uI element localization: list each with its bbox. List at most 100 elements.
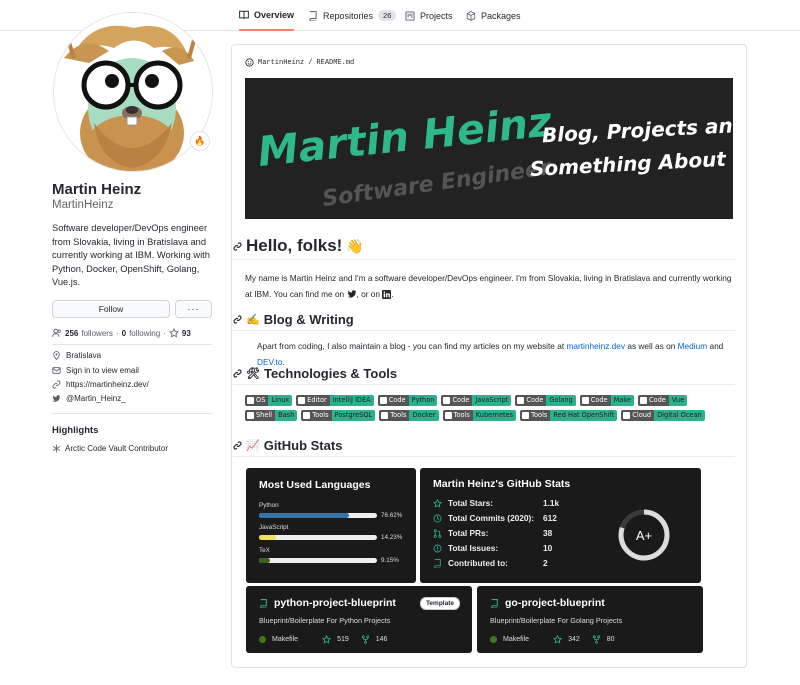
linkedin-link-icon[interactable] — [382, 289, 392, 299]
link-icon — [52, 380, 61, 389]
languages-card[interactable]: Most Used Languages Python 76.62% JavaSc… — [246, 468, 416, 583]
followers-count[interactable]: 256 — [65, 329, 78, 338]
more-options-button[interactable]: ··· — [175, 300, 212, 318]
lang-bar-fill — [259, 535, 276, 540]
highlight-text: Arctic Code Vault Contributor — [65, 444, 169, 453]
intro-end-text: . — [391, 288, 394, 299]
website-link[interactable]: https://martinheinz.dev/ — [66, 380, 149, 389]
path-separator: / — [308, 58, 313, 67]
anchor-link-icon[interactable] — [233, 369, 242, 378]
repo-meta: Makefile 519 146 — [259, 635, 387, 644]
badge-value: PostgreSQL — [331, 410, 376, 421]
stat-value: 612 — [543, 513, 557, 523]
heading-text: Technologies & Tools — [263, 366, 398, 381]
lang-name: Python — [259, 502, 279, 509]
stat-value: 1.1k — [543, 498, 560, 508]
repo-name[interactable]: python-project-blueprint — [274, 597, 396, 609]
repo-icon — [260, 598, 267, 608]
badge-value: IntelliJ IDEA — [329, 395, 374, 406]
website-link[interactable]: martinheinz.dev — [566, 341, 625, 351]
highlight-item[interactable]: Arctic Code Vault Contributor — [52, 444, 168, 453]
language-color-dot — [490, 636, 497, 643]
book-icon — [239, 10, 249, 19]
medium-link[interactable]: Medium — [678, 341, 708, 351]
anchor-link-icon[interactable] — [233, 441, 242, 450]
badge-label-text: Tools — [531, 411, 548, 419]
badge-label: Cloud — [621, 410, 655, 421]
badge-label: Tools — [379, 410, 410, 421]
intro-text-2: IBM. You can find me on — [254, 288, 345, 299]
twitter-item[interactable]: @Martin_Heinz_ — [52, 394, 126, 403]
stars-count[interactable]: 93 — [182, 329, 191, 338]
badge-value: Make — [610, 395, 634, 406]
website-item[interactable]: https://martinheinz.dev/ — [52, 380, 149, 389]
repo-card-python[interactable]: python-project-blueprint Template Bluepr… — [246, 586, 472, 653]
tech-badge: Tools PostgreSQL — [301, 410, 376, 421]
badge-label: Editor — [296, 395, 330, 406]
tab-packages[interactable]: Packages — [466, 0, 521, 31]
tab-repositories[interactable]: Repositories 26 — [308, 0, 397, 31]
badge-label-text: Code — [526, 396, 544, 404]
repo-stars: 519 — [337, 636, 349, 643]
mail-icon — [52, 367, 61, 374]
repo-name[interactable]: go-project-blueprint — [505, 597, 605, 609]
tech-badge: Cloud Digital Ocean — [621, 410, 705, 421]
tab-projects[interactable]: Projects — [405, 0, 453, 31]
status-fire-icon[interactable]: 🔥 — [190, 131, 210, 151]
repo-forks: 146 — [375, 636, 388, 643]
badge-value: Digital Ocean — [654, 410, 705, 421]
lang-bar-fill — [259, 513, 350, 518]
stat-row: Contributed to: 2 — [433, 558, 548, 568]
lang-bar-fill — [259, 558, 270, 563]
tab-overview[interactable]: Overview — [239, 0, 295, 31]
email-item[interactable]: Sign in to view email — [52, 366, 139, 375]
lang-percent: 14.23% — [381, 534, 403, 541]
devto-link[interactable]: DEV.to — [257, 357, 283, 367]
followers-label[interactable]: followers — [81, 329, 113, 338]
follow-stats: 256 followers · 0 following · 93 — [52, 328, 191, 338]
repo-icon — [491, 598, 498, 608]
repo-card-go[interactable]: go-project-blueprint Blueprint/Boilerpla… — [477, 586, 703, 653]
stat-value: 2 — [543, 558, 548, 568]
twitter-link-icon[interactable] — [347, 289, 357, 299]
grade-text: A+ — [636, 528, 652, 543]
fork-icon — [361, 635, 369, 644]
avatar[interactable] — [53, 12, 213, 172]
badge-logo-icon — [381, 412, 389, 419]
readme-path: MartinHeinz / README.md — [245, 58, 354, 67]
badge-value: Red Hat OpenShift — [550, 410, 618, 421]
badge-label-text: Code — [590, 396, 608, 404]
readme-user-link[interactable]: MartinHeinz — [258, 59, 304, 67]
waving-hand-icon: 👋 — [346, 237, 364, 254]
anchor-link-icon[interactable] — [233, 241, 242, 251]
follow-button[interactable]: Follow — [52, 300, 170, 318]
readme-file-link[interactable]: README.md — [316, 59, 354, 67]
stat-label: Total Commits (2020): — [448, 513, 535, 523]
repo-language: Makefile — [503, 636, 530, 643]
badge-value: Golang — [546, 395, 576, 406]
location-text: Bratislava — [66, 351, 102, 360]
chart-emoji-icon: 📈 — [246, 440, 260, 452]
github-stats-card[interactable]: Martin Heinz's GitHub Stats Total Stars:… — [420, 468, 701, 583]
wrench-icon: 🛠 — [246, 368, 260, 380]
anchor-link-icon[interactable] — [233, 315, 242, 324]
following-count[interactable]: 0 — [122, 329, 126, 338]
blog-text-and: and — [709, 341, 724, 351]
stat-label: Contributed to: — [448, 558, 508, 568]
heading-stats: 📈 GitHub Stats — [233, 438, 735, 457]
twitter-handle[interactable]: @Martin_Heinz_ — [66, 394, 126, 403]
badge-value: Bash — [275, 410, 298, 421]
following-label[interactable]: following — [129, 329, 160, 338]
repo-title: go-project-blueprint — [490, 597, 605, 609]
writing-hand-icon: ✍️ — [246, 314, 260, 326]
badge-label-text: Editor — [307, 396, 327, 404]
badge-logo-icon — [298, 397, 306, 404]
badge-label: Code — [441, 395, 473, 406]
badge-label-text: Tools — [390, 411, 407, 419]
language-color-dot — [259, 636, 266, 643]
template-badge: Template — [419, 597, 460, 610]
tech-badge: OS Linux — [245, 395, 293, 406]
issue-icon — [433, 544, 442, 552]
email-text[interactable]: Sign in to view email — [66, 366, 139, 375]
repo-meta: Makefile 342 80 — [490, 635, 615, 644]
